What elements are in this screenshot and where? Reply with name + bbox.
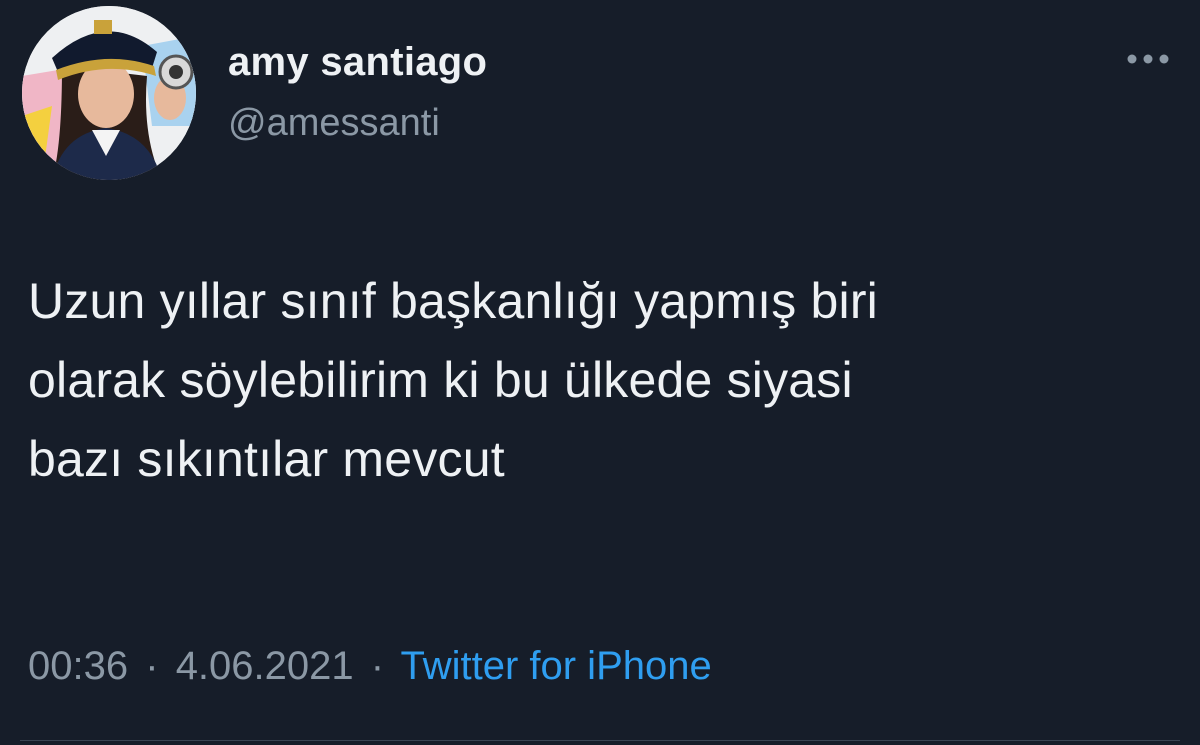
avatar-photo-icon — [22, 6, 196, 180]
tweet-text-line: Uzun yıllar sınıf başkanlığı yapmış biri — [28, 273, 878, 329]
user-handle[interactable]: @amessanti — [228, 102, 440, 145]
tweet-meta: 00:36 · 4.06.2021 · Twitter for iPhone — [28, 644, 712, 689]
avatar[interactable] — [22, 6, 196, 180]
tweet-source-link[interactable]: Twitter for iPhone — [400, 644, 711, 688]
tweet-text-line: olarak söylebilirim ki bu ülkede siyasi — [28, 352, 853, 408]
meta-separator: · — [370, 644, 385, 688]
divider — [20, 740, 1180, 741]
more-options-button[interactable] — [1118, 44, 1178, 74]
meta-separator: · — [145, 644, 159, 688]
tweet-time[interactable]: 00:36 — [28, 644, 128, 688]
tweet-date[interactable]: 4.06.2021 — [176, 644, 354, 688]
tweet-text-line: bazı sıkıntılar mevcut — [28, 431, 505, 487]
tweet-text: Uzun yıllar sınıf başkanlığı yapmış biri… — [28, 262, 1178, 499]
tweet: amy santiago @amessanti Uzun yıllar sını… — [0, 0, 1200, 745]
more-options-icon — [1127, 54, 1169, 64]
display-name[interactable]: amy santiago — [228, 40, 487, 85]
